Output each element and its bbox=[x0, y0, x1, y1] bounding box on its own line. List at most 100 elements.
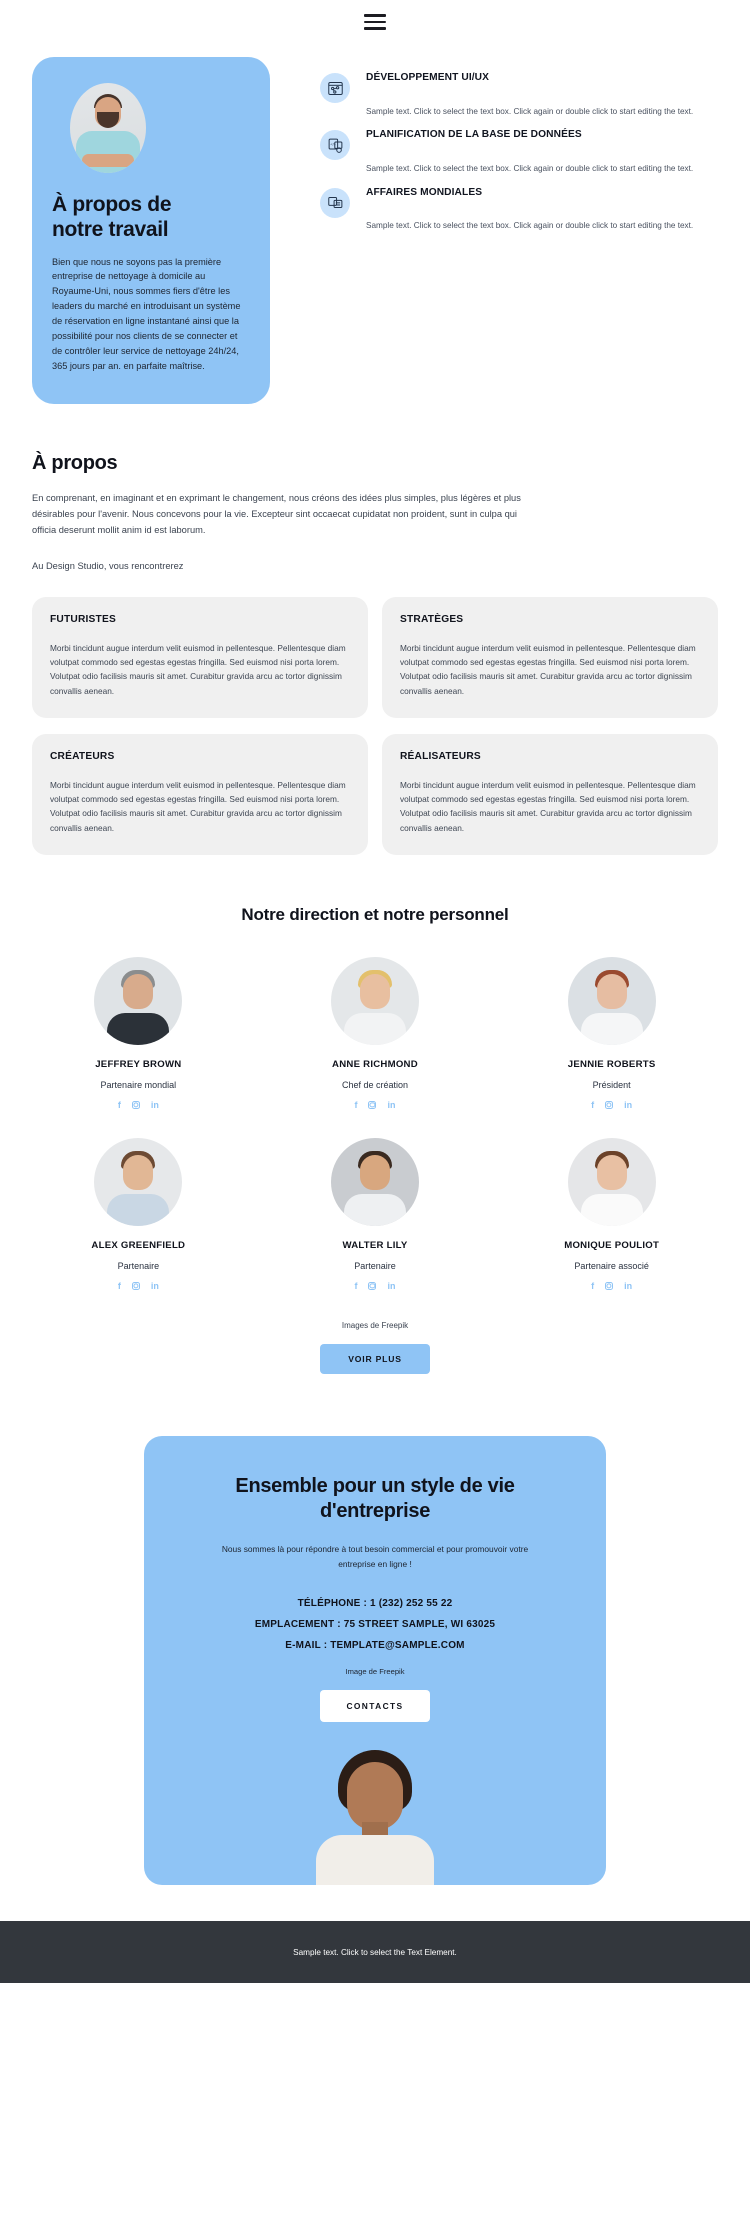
hero-paragraph: Bien que nous ne soyons pas la première … bbox=[52, 256, 241, 371]
team-member-name: JEFFREY BROWN bbox=[95, 1058, 182, 1070]
team-member-role: Partenaire bbox=[354, 1260, 396, 1271]
facebook-icon[interactable]: f bbox=[118, 1281, 121, 1291]
linkedin-icon[interactable]: in bbox=[387, 1100, 395, 1110]
value-card-title: FUTURISTES bbox=[50, 613, 116, 625]
instagram-icon[interactable] bbox=[131, 1281, 140, 1290]
linkedin-icon[interactable]: in bbox=[624, 1281, 632, 1291]
team-member-socials: f in bbox=[257, 1100, 494, 1110]
burger-line bbox=[364, 20, 386, 24]
instagram-icon[interactable] bbox=[131, 1100, 140, 1109]
team-member-name: ALEX GREENFIELD bbox=[91, 1239, 186, 1251]
facebook-icon[interactable]: f bbox=[591, 1281, 594, 1291]
service-title: AFFAIRES MONDIALES bbox=[366, 186, 483, 198]
contact-phone: TÉLÉPHONE : 1 (232) 252 55 22 bbox=[297, 1598, 453, 1610]
service-item-global: AFFAIRES MONDIALES Sample text. Click to… bbox=[320, 186, 728, 233]
instagram-icon[interactable] bbox=[368, 1100, 377, 1109]
page-root: À propos de notre travail Bien que nous … bbox=[0, 0, 750, 1984]
service-description: Sample text. Click to select the text bo… bbox=[366, 221, 694, 231]
service-title: DÉVELOPPEMENT UI/UX bbox=[366, 72, 490, 83]
hero-section: À propos de notre travail Bien que nous … bbox=[0, 44, 750, 404]
team-member-card: MONIQUE POULIOT Partenaire associé f in bbox=[493, 1137, 730, 1291]
facebook-icon[interactable]: f bbox=[118, 1100, 121, 1110]
contact-heading-line-1: Ensemble pour un style de vie bbox=[235, 1474, 515, 1497]
team-member-photo bbox=[330, 1137, 419, 1226]
linkedin-icon[interactable]: in bbox=[387, 1281, 395, 1291]
facebook-icon[interactable]: f bbox=[354, 1281, 357, 1291]
hero-title-line-2: notre travail bbox=[52, 217, 169, 241]
facebook-icon[interactable]: f bbox=[591, 1100, 594, 1110]
team-member-photo bbox=[567, 956, 656, 1045]
team-member-role: Partenaire associé bbox=[574, 1260, 649, 1271]
see-more-button[interactable]: VOIR PLUS bbox=[320, 1343, 430, 1374]
team-member-photo bbox=[567, 1137, 656, 1226]
value-card-title: STRATÈGES bbox=[400, 613, 464, 625]
value-card: CRÉATEURS Morbi tincidunt augue interdum… bbox=[32, 733, 368, 855]
team-member-card: JEFFREY BROWN Partenaire mondial f in bbox=[20, 956, 257, 1110]
contact-location: EMPLACEMENT : 75 STREET SAMPLE, WI 63025 bbox=[254, 1619, 496, 1631]
team-member-card: ALEX GREENFIELD Partenaire f in bbox=[20, 1137, 257, 1291]
service-item-uiux: DÉVELOPPEMENT UI/UX Sample text. Click t… bbox=[320, 71, 728, 118]
team-member-socials: f in bbox=[20, 1281, 257, 1291]
service-title: PLANIFICATION DE LA BASE DE DONNÉES bbox=[366, 129, 582, 141]
hero-title: À propos de notre travail bbox=[52, 193, 250, 243]
team-member-name: JENNIE ROBERTS bbox=[567, 1058, 656, 1070]
value-card: STRATÈGES Morbi tincidunt augue interdum… bbox=[382, 596, 718, 718]
value-card-body: Morbi tincidunt augue interdum velit eui… bbox=[400, 779, 696, 833]
team-member-card: WALTER LILY Partenaire f in bbox=[257, 1137, 494, 1291]
value-card: RÉALISATEURS Morbi tincidunt augue inter… bbox=[382, 733, 718, 855]
instagram-icon[interactable] bbox=[605, 1281, 614, 1290]
team-member-photo bbox=[330, 956, 419, 1045]
burger-line bbox=[364, 27, 386, 30]
contact-heading-line-2: d'entreprise bbox=[319, 1499, 431, 1522]
team-member-name: WALTER LILY bbox=[342, 1239, 408, 1251]
team-member-role: Chef de création bbox=[341, 1079, 409, 1090]
value-card-body: Morbi tincidunt augue interdum velit eui… bbox=[50, 779, 346, 833]
team-member-role: Président bbox=[592, 1079, 631, 1090]
hero-avatar-image bbox=[70, 83, 146, 173]
value-card-body: Morbi tincidunt augue interdum velit eui… bbox=[50, 642, 346, 696]
about-subline: Au Design Studio, vous rencontrerez bbox=[32, 560, 184, 571]
team-member-name: MONIQUE POULIOT bbox=[564, 1239, 660, 1251]
team-section: Notre direction et notre personnel JEFFR… bbox=[0, 855, 750, 1374]
service-item-database: </> PLANIFICATION DE LA BASE DE DONNÉES … bbox=[320, 128, 728, 175]
team-member-card: ANNE RICHMOND Chef de création f in bbox=[257, 956, 494, 1110]
team-image-credit: Images de Freepik bbox=[341, 1320, 409, 1330]
contact-subtitle: Nous sommes là pour répondre à tout beso… bbox=[221, 1543, 529, 1569]
facebook-icon[interactable]: f bbox=[354, 1100, 357, 1110]
about-heading: À propos bbox=[32, 451, 118, 474]
global-business-icon bbox=[320, 187, 350, 218]
value-card-title: CRÉATEURS bbox=[50, 750, 115, 762]
instagram-icon[interactable] bbox=[605, 1100, 614, 1109]
team-member-photo bbox=[94, 1137, 183, 1226]
hero-title-line-1: À propos de bbox=[52, 193, 172, 216]
instagram-icon[interactable] bbox=[368, 1281, 377, 1290]
footer-text: Sample text. Click to select the Text El… bbox=[293, 1947, 457, 1957]
burger-line bbox=[364, 14, 386, 17]
value-card: FUTURISTES Morbi tincidunt augue interdu… bbox=[32, 596, 368, 718]
svg-text:</>: </> bbox=[330, 142, 335, 146]
contact-portrait-image bbox=[275, 1750, 475, 1886]
team-member-name: ANNE RICHMOND bbox=[332, 1058, 418, 1070]
linkedin-icon[interactable]: in bbox=[624, 1100, 632, 1110]
linkedin-icon[interactable]: in bbox=[151, 1100, 159, 1110]
team-member-photo bbox=[94, 956, 183, 1045]
contact-card: Ensemble pour un style de vie d'entrepri… bbox=[144, 1435, 606, 1886]
contacts-button[interactable]: CONTACTS bbox=[320, 1690, 430, 1723]
team-heading: Notre direction et notre personnel bbox=[241, 904, 509, 924]
value-card-body: Morbi tincidunt augue interdum velit eui… bbox=[400, 642, 696, 696]
service-description: Sample text. Click to select the text bo… bbox=[366, 106, 694, 116]
team-grid: JEFFREY BROWN Partenaire mondial f in ANNE R… bbox=[20, 956, 730, 1291]
team-member-socials: f in bbox=[20, 1100, 257, 1110]
hero-card: À propos de notre travail Bien que nous … bbox=[32, 57, 270, 404]
team-member-card: JENNIE ROBERTS Président f in bbox=[493, 956, 730, 1110]
linkedin-icon[interactable]: in bbox=[151, 1281, 159, 1291]
value-card-title: RÉALISATEURS bbox=[400, 750, 481, 762]
contact-section: Ensemble pour un style de vie d'entrepri… bbox=[0, 1374, 750, 1886]
team-member-role: Partenaire mondial bbox=[100, 1079, 177, 1090]
hamburger-menu-icon[interactable] bbox=[364, 14, 386, 30]
about-paragraph: En comprenant, en imaginant et en exprim… bbox=[32, 492, 521, 535]
contact-image-credit: Image de Freepik bbox=[345, 1667, 405, 1677]
team-member-socials: f in bbox=[257, 1281, 494, 1291]
contact-email: E-MAIL : TEMPLATE@SAMPLE.COM bbox=[285, 1640, 465, 1652]
service-description: Sample text. Click to select the text bo… bbox=[366, 164, 694, 174]
